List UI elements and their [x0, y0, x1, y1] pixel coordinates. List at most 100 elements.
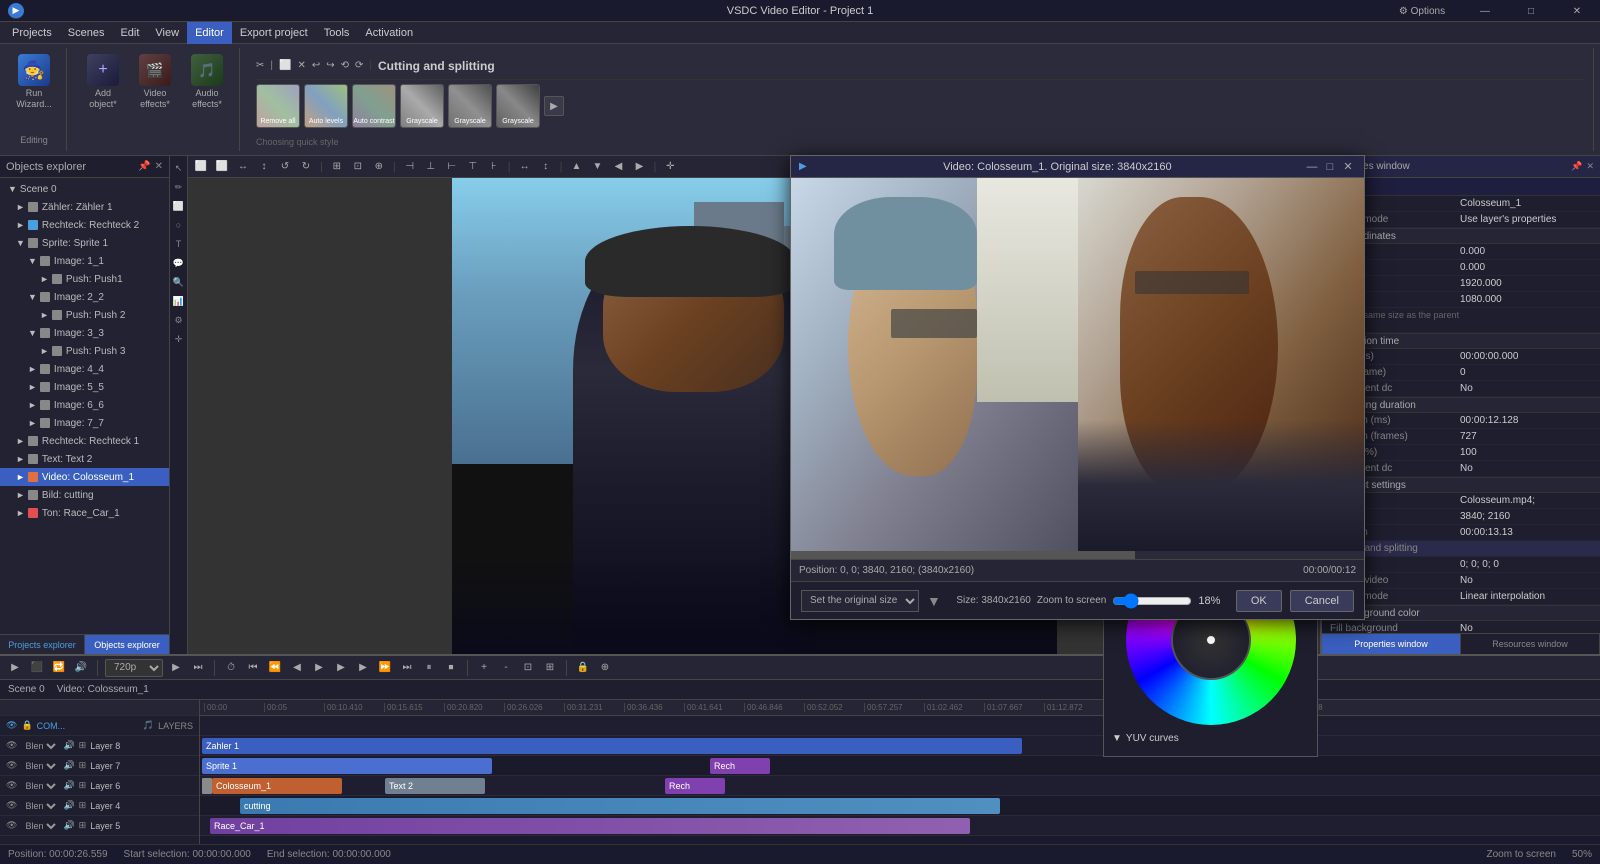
clip-sprite[interactable]: Sprite 1: [202, 758, 492, 774]
tl-resolution-select[interactable]: 720p 1080p 480p: [105, 659, 163, 677]
run-wizard-btn[interactable]: 🧙 RunWizard...: [10, 52, 58, 112]
close-btn[interactable]: ✕: [1554, 0, 1600, 22]
tl-mute-btn[interactable]: 🔊: [72, 659, 90, 677]
bubble-tool[interactable]: 💬: [171, 255, 187, 271]
tree-item-colosseum[interactable]: ► Video: Colosseum_1: [0, 468, 169, 486]
rotate-r-btn[interactable]: ↻: [297, 158, 315, 176]
add-object-btn[interactable]: + Addobject*: [79, 52, 127, 112]
grayscale-3-btn[interactable]: Grayscale: [496, 84, 540, 128]
align-center-btn[interactable]: ⊥: [422, 158, 440, 176]
cursor-tool[interactable]: ↖: [171, 160, 187, 176]
properties-window-tab[interactable]: Properties window: [1322, 634, 1461, 654]
menu-editor[interactable]: Editor: [187, 22, 232, 44]
tl-lock-btn[interactable]: 🔒: [574, 659, 592, 677]
flip-h-btn[interactable]: ↔: [234, 158, 252, 176]
tree-item-image77[interactable]: ► Image: 7_7: [0, 414, 169, 432]
dialog-cancel-btn[interactable]: Cancel: [1290, 590, 1354, 612]
layer7-blend-select[interactable]: Blend: [21, 759, 59, 773]
audio-effects-btn[interactable]: 🎵 Audioeffects*: [183, 52, 231, 112]
shape-tool[interactable]: ⬜: [171, 198, 187, 214]
auto-levels-btn[interactable]: Auto levels: [304, 84, 348, 128]
tree-item-sprite1[interactable]: ▼ Sprite: Sprite 1: [0, 234, 169, 252]
tl-next-small-btn[interactable]: ▶: [354, 659, 372, 677]
tl-play4-btn[interactable]: ▶: [332, 659, 350, 677]
maximize-btn[interactable]: □: [1508, 0, 1554, 22]
tl-stop-btn[interactable]: ⬛: [28, 659, 46, 677]
text-tool[interactable]: T: [171, 236, 187, 252]
tree-item-image22[interactable]: ▼ Image: 2_2: [0, 288, 169, 306]
dialog-size-select[interactable]: Set the original size: [801, 590, 919, 612]
track-layer7[interactable]: Sprite 1 Rech: [200, 756, 1600, 776]
dialog-zoom-slider[interactable]: [1112, 593, 1192, 609]
dialog-maximize-btn[interactable]: □: [1322, 159, 1338, 175]
dialog-minimize-btn[interactable]: —: [1304, 159, 1320, 175]
menu-activation[interactable]: Activation: [357, 22, 421, 44]
dialog-close-btn[interactable]: ✕: [1340, 159, 1356, 175]
align-left-btn[interactable]: ⊣: [401, 158, 419, 176]
tree-item-zahler[interactable]: ► Zähler: Zähler 1: [0, 198, 169, 216]
options-btn[interactable]: ⚙ Options: [1382, 0, 1462, 22]
pin-icon[interactable]: 📌: [138, 161, 150, 172]
menu-scenes[interactable]: Scenes: [60, 22, 113, 44]
tl-zoom-fit-btn[interactable]: ⊡: [519, 659, 537, 677]
tl-zoom-screen-btn[interactable]: ⊞: [541, 659, 559, 677]
track-layer8[interactable]: Zahler 1: [200, 736, 1600, 756]
pen-tool[interactable]: ✏: [171, 179, 187, 195]
yuv-header[interactable]: ▼ YUV curves: [1112, 733, 1309, 744]
menu-projects[interactable]: Projects: [4, 22, 60, 44]
track-layer5[interactable]: Race_Car_1: [200, 816, 1600, 836]
tree-item-racecar[interactable]: ► Ton: Race_Car_1: [0, 504, 169, 522]
timeline-tracks[interactable]: 00:00 00:05 00:10.410 00:15.615 00:20.82…: [200, 700, 1600, 844]
tl-clock-btn[interactable]: ⏱: [222, 659, 240, 677]
clip-text2[interactable]: Text 2: [385, 778, 485, 794]
tree-item-push3[interactable]: ► Push: Push 3: [0, 342, 169, 360]
dialog-ok-btn[interactable]: OK: [1236, 590, 1282, 612]
tree-item-rechteck2[interactable]: ► Rechteck: Rechteck 2: [0, 216, 169, 234]
layer6-blend-select[interactable]: Blend: [21, 779, 59, 793]
zoom-tool[interactable]: 🔍: [171, 274, 187, 290]
tl-next-frame-btn[interactable]: ⏭: [398, 659, 416, 677]
align-top-btn[interactable]: ⊤: [464, 158, 482, 176]
resources-window-tab[interactable]: Resources window: [1461, 634, 1600, 654]
tl-next-btn[interactable]: ⏩: [376, 659, 394, 677]
tree-item-image44[interactable]: ► Image: 4_4: [0, 360, 169, 378]
tree-item-cutting[interactable]: ► Bild: cutting: [0, 486, 169, 504]
dialog-scrollbar[interactable]: [791, 551, 1364, 559]
tl-snap-btn[interactable]: ⊕: [596, 659, 614, 677]
menu-tools[interactable]: Tools: [316, 22, 358, 44]
tl-play-btn[interactable]: ▶: [6, 659, 24, 677]
tree-item-image55[interactable]: ► Image: 5_5: [0, 378, 169, 396]
distribute-v-btn[interactable]: ↕: [537, 158, 555, 176]
minimize-btn[interactable]: —: [1462, 0, 1508, 22]
filter-tool[interactable]: ⚙: [171, 312, 187, 328]
tl-play3-btn[interactable]: ▶: [310, 659, 328, 677]
hue-wheel-cursor[interactable]: [1205, 634, 1217, 646]
video-effects-btn[interactable]: 🎬 Videoeffects*: [131, 52, 179, 112]
tl-zoom-out-btn[interactable]: -: [497, 659, 515, 677]
tree-item-image11[interactable]: ▼ Image: 1_1: [0, 252, 169, 270]
track-layer4[interactable]: cutting: [200, 796, 1600, 816]
pin-props-icon[interactable]: 📌: [1571, 161, 1582, 172]
select-all-btn[interactable]: ⬜: [192, 158, 210, 176]
tree-item-image33[interactable]: ▼ Image: 3_3: [0, 324, 169, 342]
clip-racecar[interactable]: Race_Car_1: [210, 818, 970, 834]
remove-all-btn[interactable]: Remove all: [256, 84, 300, 128]
tree-item-image66[interactable]: ► Image: 6_6: [0, 396, 169, 414]
close-props-icon[interactable]: ✕: [1586, 161, 1594, 172]
tl-pause-btn[interactable]: ⏸: [420, 659, 438, 677]
tree-item-push1[interactable]: ► Push: Push1: [0, 270, 169, 288]
auto-contrast-btn[interactable]: Auto contrast: [352, 84, 396, 128]
tl-zoom-in-btn[interactable]: +: [475, 659, 493, 677]
grayscale-1-btn[interactable]: Grayscale: [400, 84, 444, 128]
more-tools-btn[interactable]: ▶: [544, 96, 564, 116]
dialog-scrollbar-thumb[interactable]: [791, 551, 1135, 559]
tree-item-rechteck1[interactable]: ► Rechteck: Rechteck 1: [0, 432, 169, 450]
chart-tool[interactable]: 📊: [171, 293, 187, 309]
menu-edit[interactable]: Edit: [112, 22, 147, 44]
clip-rech2[interactable]: Rech: [665, 778, 725, 794]
clip-rech1[interactable]: Rech: [710, 758, 770, 774]
tl-prev-frame-btn[interactable]: ⏮: [244, 659, 262, 677]
tree-item-scene0[interactable]: ▼ Scene 0: [0, 180, 169, 198]
center-btn[interactable]: ⊕: [370, 158, 388, 176]
rotate-l-btn[interactable]: ↺: [276, 158, 294, 176]
